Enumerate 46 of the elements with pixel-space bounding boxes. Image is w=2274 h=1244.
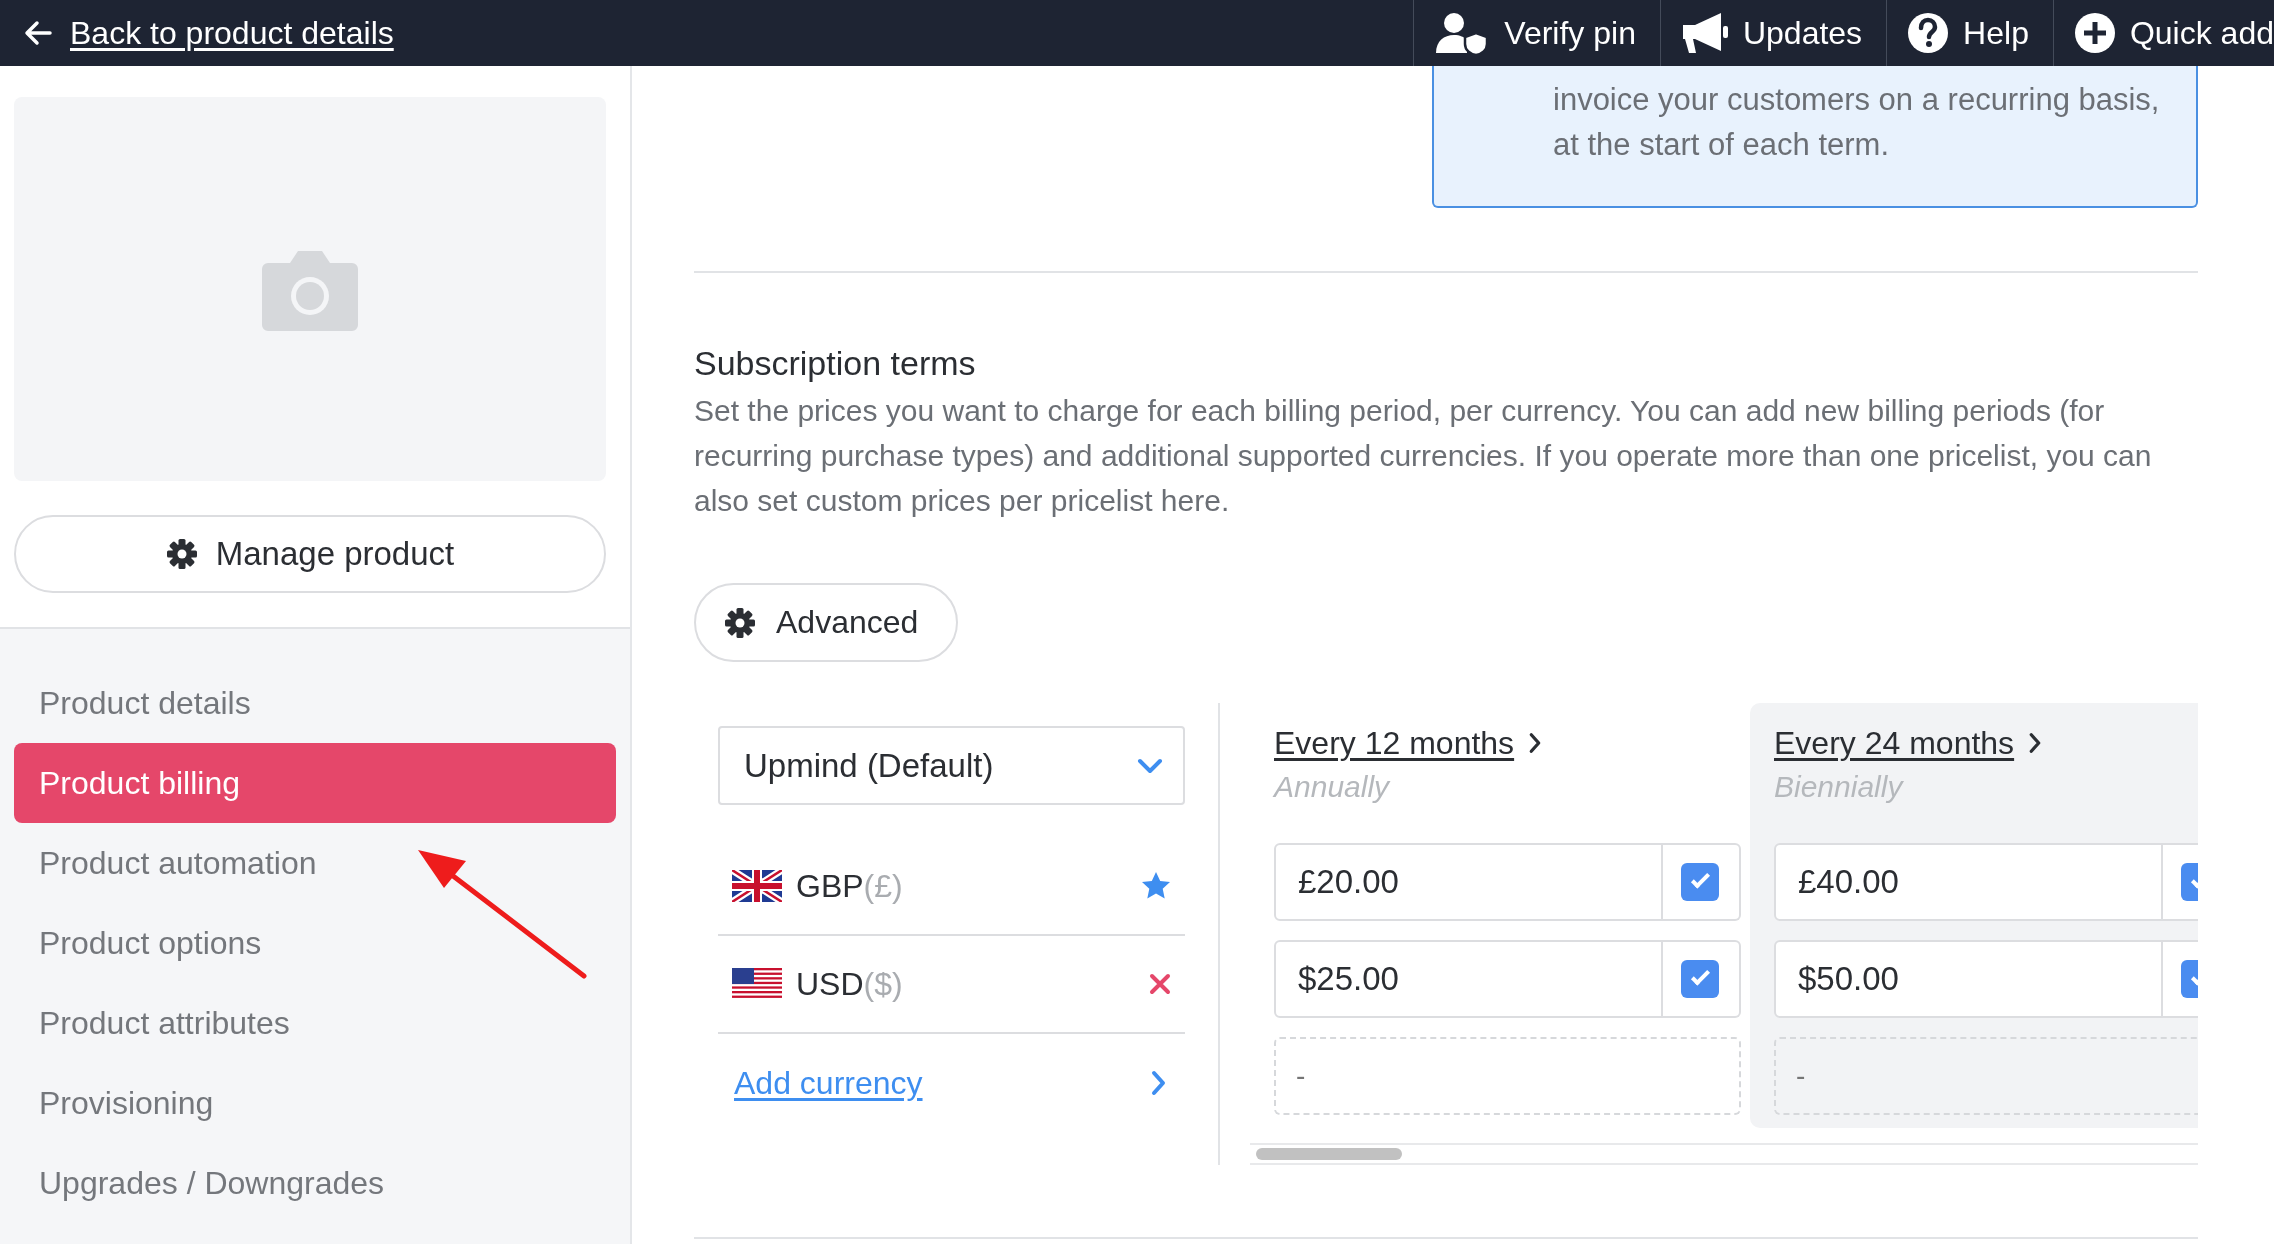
- chevron-right-icon: [1528, 732, 1543, 754]
- horizontal-scrollbar[interactable]: [1250, 1143, 2198, 1165]
- chevron-down-icon: [1137, 757, 1163, 774]
- currency-code: GBP: [796, 867, 864, 905]
- top-bar-link[interactable]: Quick add: [2052, 0, 2274, 66]
- add-icon: [2073, 12, 2116, 54]
- help-icon: [1907, 12, 1950, 54]
- megaphone-icon: [1680, 12, 1729, 54]
- sidebar-item[interactable]: Product attributes: [14, 983, 616, 1063]
- pricelist-dropdown[interactable]: Upmind (Default): [718, 726, 1185, 805]
- sidebar-item[interactable]: Product details: [14, 663, 616, 743]
- remove-icon[interactable]: [1149, 973, 1171, 995]
- back-arrow-icon: [24, 20, 52, 46]
- uk-flag-icon: [732, 870, 782, 902]
- currency-symbol: ($): [863, 965, 903, 1003]
- period-link[interactable]: Every 24 months: [1774, 724, 2015, 762]
- price-input[interactable]: £20.00: [1276, 845, 1661, 919]
- period-subtitle: Annually: [1274, 769, 1392, 805]
- section-description: Set the prices you want to charge for each billing period, per currency. You can add new billing periods (for recurring purchase types) and additional supported currencies. If you operate more than one pricelist, you can also set custom prices per pricelist here.: [694, 393, 2153, 519]
- chevron-right-icon: [2028, 732, 2043, 754]
- checkbox[interactable]: [1681, 863, 1719, 901]
- manage-product-button[interactable]: Manage product: [14, 515, 606, 593]
- price-input[interactable]: £40.00: [1776, 845, 2161, 919]
- currency-code: USD: [796, 965, 864, 1003]
- us-flag-icon: [732, 968, 782, 1000]
- back-link[interactable]: Back to product details: [0, 0, 1414, 66]
- period-subtitle: Biennially: [1774, 769, 1905, 805]
- sidebar-item[interactable]: Product automation: [14, 823, 616, 903]
- sidebar-item[interactable]: Product billing: [14, 743, 616, 823]
- info-text: invoice your customers on a recurring basis, at the start of each term.: [1553, 81, 2161, 164]
- chevron-right-icon[interactable]: [1150, 1070, 1167, 1096]
- price-field[interactable]: -: [1274, 1037, 1741, 1115]
- gear-icon: [724, 606, 756, 639]
- checkbox[interactable]: [1681, 960, 1719, 998]
- price-input[interactable]: $50.00: [1776, 942, 2161, 1016]
- period-link[interactable]: Every 12 months: [1274, 724, 1515, 762]
- advanced-button[interactable]: Advanced: [694, 583, 959, 662]
- sidebar-item[interactable]: Provisioning: [14, 1063, 616, 1143]
- price-field[interactable]: -: [1774, 1037, 2198, 1115]
- currency-symbol: (£): [863, 867, 903, 905]
- sidebar-item[interactable]: Product options: [14, 903, 616, 983]
- star-icon: [1141, 871, 1171, 901]
- sidebar-item[interactable]: Upgrades / Downgrades: [14, 1143, 616, 1223]
- price-input[interactable]: $25.00: [1276, 942, 1661, 1016]
- gear-icon: [165, 538, 198, 570]
- section-title: Subscription terms: [694, 343, 977, 383]
